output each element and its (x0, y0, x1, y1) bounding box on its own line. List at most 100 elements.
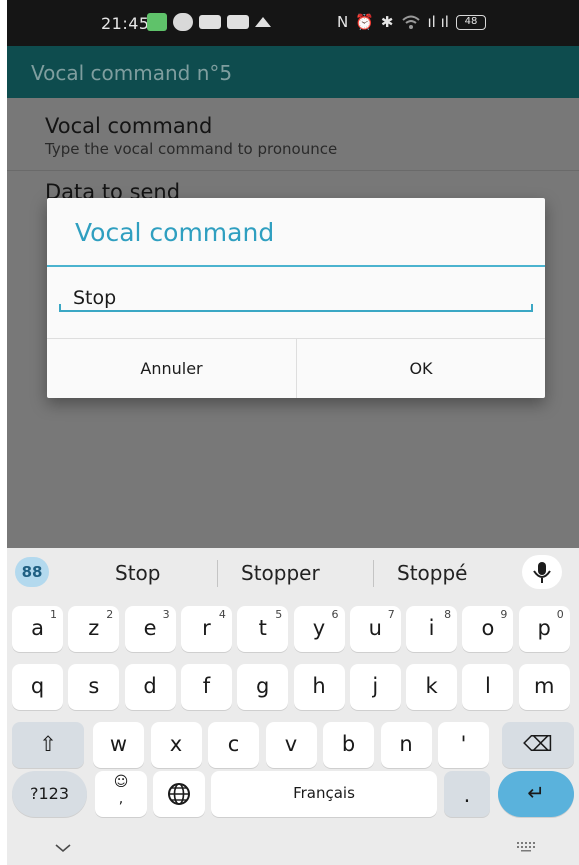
suggestion-stopper[interactable]: Stopper (241, 561, 320, 585)
key-r3-6[interactable]: ' (438, 722, 489, 768)
key-label: ' (460, 732, 467, 756)
key-r2-6[interactable]: j (349, 664, 401, 710)
key-r1-1[interactable]: z2 (68, 606, 120, 652)
alarm-icon: ⏰ (355, 13, 374, 31)
key-number-hint: 9 (500, 608, 508, 621)
suggestion-stop[interactable]: Stop (115, 561, 160, 585)
signal-icon: ıl ıl (427, 13, 449, 31)
menu-grid-icon[interactable]: 88 (15, 557, 49, 587)
input-underline-tick (531, 304, 533, 312)
suggestion-bar: 88 Stop Stopper Stoppé (7, 548, 579, 600)
pref-title: Vocal command (45, 114, 213, 138)
ok-button[interactable]: OK (296, 339, 545, 398)
key-label: l (484, 674, 491, 698)
symbols-label: ?123 (29, 784, 70, 803)
app-notification-icon (147, 13, 167, 31)
key-label: n (399, 732, 413, 756)
key-number-hint: 5 (275, 608, 283, 621)
key-r2-5[interactable]: h (293, 664, 345, 710)
dialog-title: Vocal command (75, 218, 275, 247)
key-r3-5[interactable]: n (380, 722, 432, 768)
key-r1-2[interactable]: e3 (124, 606, 176, 652)
language-key[interactable] (153, 771, 205, 817)
key-label: v (284, 732, 298, 756)
suggestion-stoppe[interactable]: Stoppé (397, 561, 467, 585)
chat-notification-icon (173, 13, 193, 31)
key-r3-4[interactable]: b (323, 722, 374, 768)
key-r2-7[interactable]: k (406, 664, 458, 710)
key-label: j (372, 674, 379, 698)
nfc-icon: N (337, 13, 349, 31)
key-number-hint: 8 (444, 608, 452, 621)
comma-label: , (118, 791, 124, 807)
suggestion-divider (217, 560, 218, 587)
symbols-key[interactable]: ?123 (12, 771, 87, 817)
cancel-button[interactable]: Annuler (47, 339, 296, 398)
key-r3-3[interactable]: v (265, 722, 317, 768)
key-label: h (312, 674, 326, 698)
period-key[interactable]: . (444, 771, 490, 817)
globe-icon (168, 783, 190, 805)
key-number-hint: 2 (106, 608, 114, 621)
pref-vocal-command[interactable]: Vocal command Type the vocal command to … (45, 114, 337, 158)
key-label: x (169, 732, 183, 756)
key-r3-2[interactable]: c (208, 722, 259, 768)
microphone-icon (533, 562, 551, 583)
key-label: k (425, 674, 438, 698)
youtube-notification-icon-2 (227, 15, 249, 29)
space-label: Français (293, 784, 355, 802)
shift-key[interactable]: ⇧ (12, 722, 84, 768)
backspace-key[interactable]: ⌫ (502, 722, 574, 768)
dialog-title-divider (47, 265, 545, 267)
key-r2-1[interactable]: s (68, 664, 120, 710)
key-label: w (109, 732, 128, 756)
key-label: c (227, 732, 240, 756)
key-number-hint: 4 (218, 608, 226, 621)
vocal-command-input[interactable] (59, 283, 533, 313)
period-label: . (463, 783, 471, 807)
key-r1-6[interactable]: u7 (349, 606, 401, 652)
space-key[interactable]: Français (211, 771, 437, 817)
app-bar: Vocal command n°5 (7, 46, 579, 98)
status-bar: 21:45 N ⏰ ✱ ıl ıl 48 (7, 0, 579, 46)
page-title: Vocal command n°5 (31, 61, 233, 85)
key-number-hint: 6 (331, 608, 339, 621)
suggestion-divider (373, 560, 374, 587)
key-r1-7[interactable]: i8 (406, 606, 458, 652)
key-label: q (30, 674, 45, 698)
key-r1-5[interactable]: y6 (293, 606, 345, 652)
key-r1-8[interactable]: o9 (462, 606, 514, 652)
key-number-hint: 1 (50, 608, 57, 621)
key-r2-9[interactable]: m (518, 664, 570, 710)
keyboard-switch-icon[interactable] (515, 839, 537, 853)
enter-icon: ↵ (527, 781, 545, 805)
input-underline (59, 310, 533, 312)
key-number-hint: 7 (387, 608, 395, 621)
microphone-button[interactable] (522, 555, 562, 589)
vocal-command-dialog: Vocal command Annuler OK (47, 198, 545, 398)
key-r1-0[interactable]: a1 (12, 606, 63, 652)
status-time: 21:45 (101, 14, 150, 33)
key-r2-4[interactable]: g (237, 664, 289, 710)
youtube-notification-icon (199, 15, 221, 29)
key-r3-1[interactable]: x (150, 722, 202, 768)
enter-key[interactable]: ↵ (498, 771, 574, 817)
key-r3-0[interactable]: w (93, 722, 144, 768)
key-r2-3[interactable]: f (180, 664, 232, 710)
key-r1-4[interactable]: t5 (237, 606, 289, 652)
chevron-down-icon[interactable] (53, 841, 73, 855)
shift-icon: ⇧ (39, 732, 57, 756)
key-r1-9[interactable]: p0 (518, 606, 570, 652)
emoji-key[interactable]: ☺ , (95, 771, 147, 817)
key-r1-3[interactable]: r4 (180, 606, 232, 652)
key-label: m (533, 674, 555, 698)
key-r2-2[interactable]: d (124, 664, 176, 710)
key-number-hint: 3 (162, 608, 170, 621)
key-r2-8[interactable]: l (462, 664, 514, 710)
backspace-icon: ⌫ (523, 732, 553, 756)
system-icons: N ⏰ ✱ ıl ıl 48 (337, 13, 486, 31)
key-label: d (143, 674, 157, 698)
bluetooth-icon: ✱ (380, 13, 394, 31)
key-r2-0[interactable]: q (12, 664, 63, 710)
key-label: b (341, 732, 356, 756)
